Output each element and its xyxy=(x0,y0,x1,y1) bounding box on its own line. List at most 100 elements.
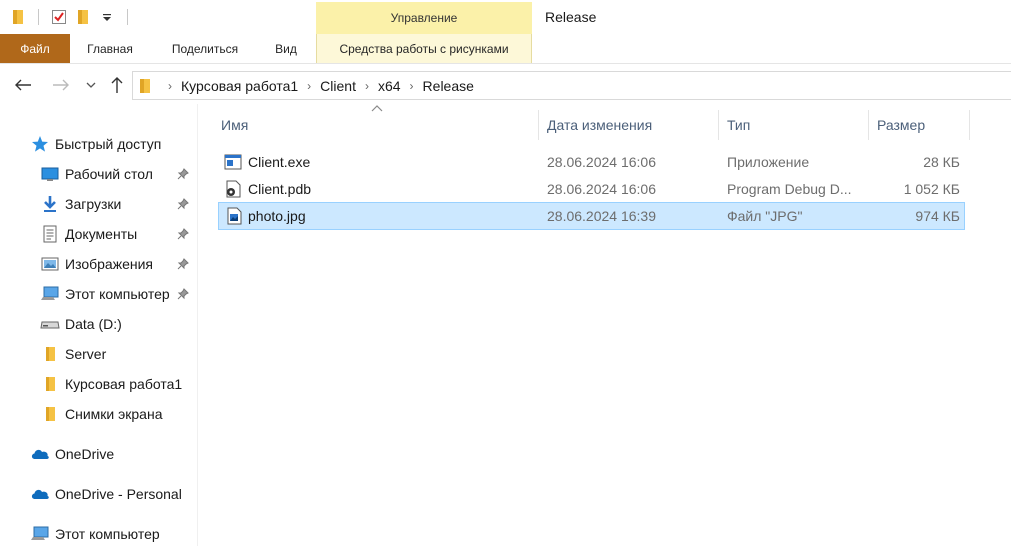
sidebar-item-label: OneDrive - Personal xyxy=(55,486,182,502)
column-header-label: Дата изменения xyxy=(547,117,653,133)
quick-access-toolbar xyxy=(8,6,134,28)
file-name: photo.jpg xyxy=(248,208,306,224)
chevron-right-icon[interactable]: › xyxy=(410,79,414,93)
sidebar-item-onedrive[interactable]: OneDrive xyxy=(0,439,198,469)
sidebar-item-data-drive[interactable]: Data (D:) xyxy=(0,309,198,339)
tab-file[interactable]: Файл xyxy=(0,34,70,63)
exe-icon xyxy=(224,154,242,170)
address-bar[interactable]: › Курсовая работа1 › Client › x64 › Rele… xyxy=(132,71,1011,100)
sidebar-item-label: Курсовая работа1 xyxy=(65,376,183,392)
computer-icon xyxy=(30,524,50,544)
file-type: Файл "JPG" xyxy=(727,208,803,224)
pin-icon[interactable] xyxy=(176,257,190,271)
title-bar: Управление Release xyxy=(0,0,1011,34)
sidebar-item-label: Data (D:) xyxy=(65,316,122,332)
folder-icon[interactable] xyxy=(8,7,28,27)
pictures-icon xyxy=(40,254,60,274)
file-size: 974 КБ xyxy=(915,208,960,224)
desktop-icon xyxy=(40,164,60,184)
sidebar-item-downloads[interactable]: Загрузки xyxy=(0,189,198,219)
column-header-size[interactable]: Размер xyxy=(870,110,970,140)
sidebar-item-pictures[interactable]: Изображения xyxy=(0,249,198,279)
file-modified: 28.06.2024 16:06 xyxy=(547,154,656,170)
up-button[interactable] xyxy=(106,74,128,96)
computer-icon xyxy=(40,284,60,304)
breadcrumb-item[interactable]: Курсовая работа1 xyxy=(181,78,298,94)
sidebar-item-onedrive-personal[interactable]: OneDrive - Personal xyxy=(0,479,198,509)
sidebar-item-desktop[interactable]: Рабочий стол xyxy=(0,159,198,189)
column-header-name[interactable]: Имя xyxy=(214,110,539,140)
file-type: Program Debug D... xyxy=(727,181,852,197)
column-divider[interactable] xyxy=(868,110,869,140)
sidebar-item-label: Быстрый доступ xyxy=(55,136,162,152)
sidebar-item-label: Рабочий стол xyxy=(65,166,153,182)
sidebar-item-coursework[interactable]: Курсовая работа1 xyxy=(0,369,198,399)
drive-icon xyxy=(40,314,60,334)
sidebar-item-label: Server xyxy=(65,346,107,362)
context-tab-group-label: Управление xyxy=(316,2,532,34)
pin-icon[interactable] xyxy=(176,167,190,181)
breadcrumb-item[interactable]: Release xyxy=(423,78,474,94)
chevron-right-icon[interactable]: › xyxy=(168,79,172,93)
recent-locations-button[interactable] xyxy=(82,74,100,96)
file-row-selected[interactable]: photo.jpg 28.06.2024 16:39 Файл "JPG" 97… xyxy=(218,202,965,230)
column-divider[interactable] xyxy=(718,110,719,140)
pin-icon[interactable] xyxy=(176,287,190,301)
navigation-bar: › Курсовая работа1 › Client › x64 › Rele… xyxy=(0,68,1011,102)
cloud-icon xyxy=(30,444,50,464)
customize-toolbar-icon[interactable] xyxy=(97,7,117,27)
column-header-label: Имя xyxy=(221,117,249,133)
pin-icon[interactable] xyxy=(176,197,190,211)
file-row[interactable]: Client.exe 28.06.2024 16:06 Приложение 2… xyxy=(218,149,965,177)
chevron-right-icon[interactable]: › xyxy=(307,79,311,93)
sidebar-item-this-pc-pinned[interactable]: Этот компьютер xyxy=(0,279,198,309)
cloud-icon xyxy=(30,484,50,504)
breadcrumb-item[interactable]: x64 xyxy=(378,78,401,94)
file-size: 28 КБ xyxy=(923,154,960,170)
sidebar-item-server[interactable]: Server xyxy=(0,339,198,369)
column-divider[interactable] xyxy=(538,110,539,140)
sidebar-item-label: Документы xyxy=(65,226,138,242)
file-name: Client.pdb xyxy=(248,181,312,197)
chevron-right-icon[interactable]: › xyxy=(365,79,369,93)
file-type: Приложение xyxy=(727,154,810,170)
window-title: Release xyxy=(545,9,597,25)
breadcrumb-item[interactable]: Client xyxy=(320,78,356,94)
toolbar-divider xyxy=(127,9,128,25)
image-icon xyxy=(227,207,242,225)
sidebar-item-label: Снимки экрана xyxy=(65,406,163,422)
sidebar-item-documents[interactable]: Документы xyxy=(0,219,198,249)
back-button[interactable] xyxy=(12,74,34,96)
properties-icon[interactable] xyxy=(49,7,69,27)
file-modified: 28.06.2024 16:06 xyxy=(547,181,656,197)
tab-share[interactable]: Поделиться xyxy=(158,34,252,63)
sidebar-item-label: Загрузки xyxy=(65,196,122,212)
new-folder-icon[interactable] xyxy=(73,7,93,27)
toolbar-divider xyxy=(38,9,39,25)
sidebar-item-this-pc[interactable]: Этот компьютер xyxy=(0,519,198,546)
navigation-pane: Быстрый доступ Рабочий стол Загрузки Док… xyxy=(0,104,198,546)
forward-button[interactable] xyxy=(50,74,72,96)
tab-view[interactable]: Вид xyxy=(264,34,308,63)
sidebar-item-label: Изображения xyxy=(65,256,153,272)
folder-icon xyxy=(139,78,151,94)
file-size: 1 052 КБ xyxy=(903,181,960,197)
ribbon-tabs: Файл Главная Поделиться Вид Средства раб… xyxy=(0,34,1011,64)
sidebar-item-quick-access[interactable]: Быстрый доступ xyxy=(0,129,198,159)
column-header-type[interactable]: Тип xyxy=(720,110,869,140)
tab-home[interactable]: Главная xyxy=(74,34,146,63)
sidebar-item-label: Этот компьютер xyxy=(55,526,160,542)
file-name: Client.exe xyxy=(248,154,311,170)
column-header-label: Размер xyxy=(877,117,926,133)
tab-picture-tools[interactable]: Средства работы с рисунками xyxy=(316,34,532,63)
folder-icon xyxy=(40,404,60,424)
folder-icon xyxy=(40,374,60,394)
file-row[interactable]: Client.pdb 28.06.2024 16:06 Program Debu… xyxy=(218,176,965,204)
pdb-icon xyxy=(226,180,241,198)
pin-icon[interactable] xyxy=(176,227,190,241)
sidebar-item-label: OneDrive xyxy=(55,446,115,462)
column-divider[interactable] xyxy=(969,110,970,140)
star-icon xyxy=(30,134,50,154)
column-header-modified[interactable]: Дата изменения xyxy=(540,110,719,140)
sidebar-item-screenshots[interactable]: Снимки экрана xyxy=(0,399,198,429)
